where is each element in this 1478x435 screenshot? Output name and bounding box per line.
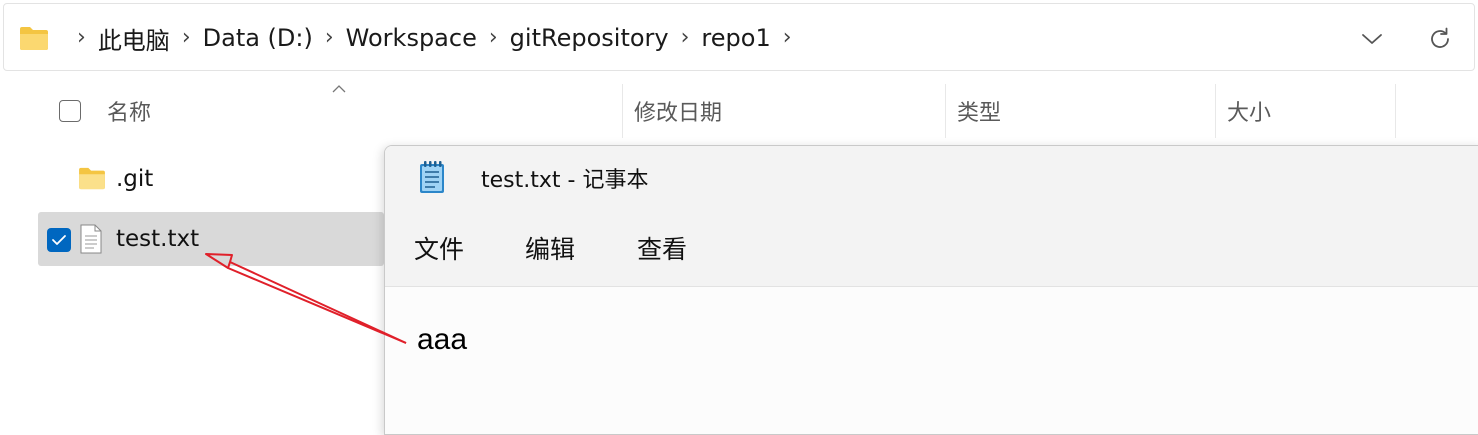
refresh-icon bbox=[1431, 27, 1449, 48]
notepad-content[interactable]: aaa bbox=[417, 323, 467, 357]
row-checkbox-checked[interactable] bbox=[47, 228, 71, 252]
chevron-right-icon[interactable]: › bbox=[182, 27, 191, 49]
checkmark-icon bbox=[52, 235, 66, 245]
notepad-title-bar[interactable]: test.txt - 记事本 bbox=[385, 146, 1478, 210]
menu-view[interactable]: 查看 bbox=[637, 210, 687, 286]
file-name[interactable]: test.txt bbox=[116, 212, 199, 266]
chevron-right-icon[interactable]: › bbox=[77, 27, 86, 49]
address-bar[interactable]: › 此电脑 › Data (D:) › Workspace › gitRepos… bbox=[3, 3, 1475, 71]
notepad-text-area[interactable]: aaa bbox=[385, 287, 1478, 434]
notepad-menu-bar: 文件 编辑 查看 bbox=[385, 210, 1478, 287]
breadcrumb-item-data-drive[interactable]: Data (D:) bbox=[203, 24, 313, 52]
refresh-button[interactable] bbox=[1422, 21, 1458, 57]
sort-ascending-icon bbox=[332, 85, 346, 93]
chevron-right-icon[interactable]: › bbox=[783, 27, 792, 49]
chevron-right-icon[interactable]: › bbox=[681, 27, 690, 49]
column-divider[interactable] bbox=[945, 84, 946, 138]
select-all-checkbox[interactable] bbox=[59, 100, 81, 122]
column-header-type[interactable]: 类型 bbox=[957, 84, 1001, 138]
column-divider[interactable] bbox=[622, 84, 623, 138]
column-divider[interactable] bbox=[1395, 84, 1396, 138]
folder-icon bbox=[78, 166, 106, 194]
breadcrumb: › 此电脑 › Data (D:) › Workspace › gitRepos… bbox=[19, 4, 804, 72]
breadcrumb-item-gitrepository[interactable]: gitRepository bbox=[510, 24, 669, 52]
history-dropdown-button[interactable] bbox=[1354, 21, 1390, 57]
file-row-git[interactable]: .git bbox=[38, 152, 384, 206]
notepad-window[interactable]: test.txt - 记事本 文件 编辑 查看 aaa bbox=[384, 145, 1478, 435]
column-header-name[interactable]: 名称 bbox=[107, 84, 151, 138]
menu-edit[interactable]: 编辑 bbox=[525, 210, 575, 286]
column-header-size[interactable]: 大小 bbox=[1227, 84, 1271, 138]
notepad-icon bbox=[419, 160, 445, 194]
column-header-date-modified[interactable]: 修改日期 bbox=[634, 84, 722, 138]
chevron-right-icon[interactable]: › bbox=[489, 27, 498, 49]
breadcrumb-item-workspace[interactable]: Workspace bbox=[346, 24, 477, 52]
breadcrumb-item-repo1[interactable]: repo1 bbox=[701, 24, 770, 52]
column-header-row: 名称 修改日期 类型 大小 bbox=[0, 84, 1478, 138]
text-file-icon bbox=[80, 224, 102, 258]
breadcrumb-item-this-pc[interactable]: 此电脑 bbox=[98, 21, 170, 56]
file-name[interactable]: .git bbox=[116, 152, 153, 206]
file-row-test-txt[interactable]: test.txt bbox=[38, 212, 384, 266]
chevron-down-icon bbox=[1362, 34, 1382, 44]
folder-icon bbox=[19, 25, 49, 51]
menu-file[interactable]: 文件 bbox=[414, 210, 464, 286]
notepad-title: test.txt - 记事本 bbox=[481, 168, 649, 193]
column-divider[interactable] bbox=[1215, 84, 1216, 138]
chevron-right-icon[interactable]: › bbox=[325, 27, 334, 49]
